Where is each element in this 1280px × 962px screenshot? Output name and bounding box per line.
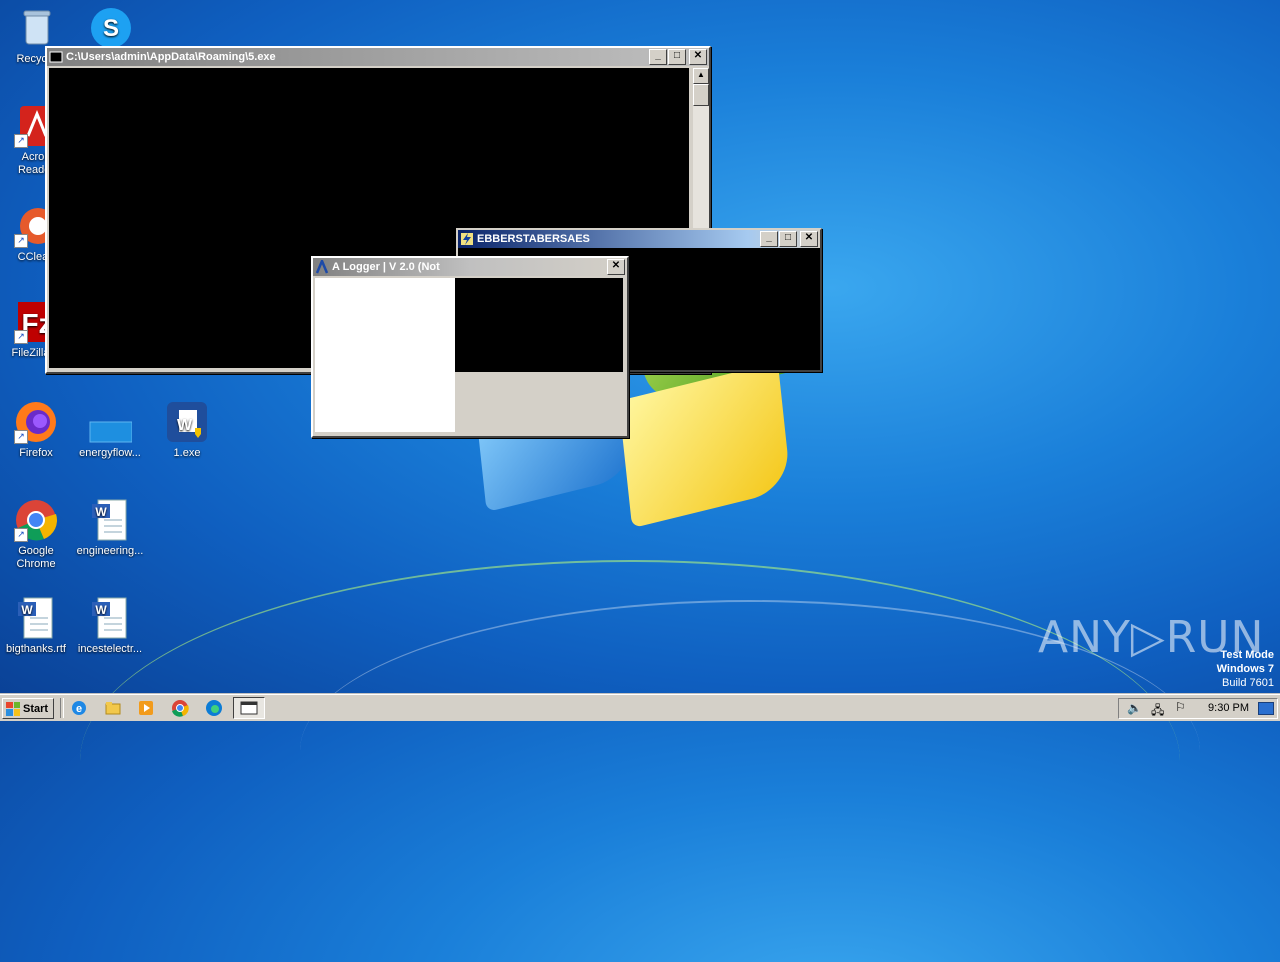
- desktop-icon-firefox[interactable]: ↗ Firefox: [1, 400, 71, 460]
- show-desktop-icon[interactable]: [1258, 702, 1274, 715]
- svg-text:S: S: [103, 15, 119, 42]
- action-center-flag-icon[interactable]: ⚐: [1175, 700, 1186, 714]
- taskbar-divider: [60, 698, 64, 718]
- logger-content-dark: [455, 278, 623, 372]
- console-title: C:\Users\admin\AppData\Roaming\5.exe: [66, 51, 276, 63]
- minimize-button[interactable]: _: [649, 49, 667, 65]
- ebber-title: EBBERSTABERSAES: [477, 233, 590, 245]
- windows-logo-yellow: [618, 361, 792, 529]
- desktop-icon-bigthanks[interactable]: W bigthanks.rtf: [1, 596, 71, 656]
- network-icon[interactable]: 🖧: [1151, 701, 1164, 722]
- blank-file-icon: [88, 400, 133, 444]
- chrome-icon: ↗: [14, 498, 58, 542]
- minimize-button[interactable]: _: [760, 231, 778, 247]
- word-document-icon: W: [88, 498, 132, 542]
- svg-text:W: W: [21, 603, 33, 617]
- desktop-icon-incest[interactable]: W incestelectr...: [75, 596, 145, 656]
- word-document-icon: W: [88, 596, 132, 640]
- test-mode-line: Windows 7: [1216, 663, 1274, 675]
- word-exe-icon: W: [165, 400, 209, 444]
- logger-content: [315, 278, 455, 432]
- desktop-icon-label: engineering...: [76, 545, 144, 557]
- close-button[interactable]: ✕: [689, 49, 707, 65]
- desktop-icon-engineering[interactable]: W engineering...: [75, 498, 145, 558]
- desktop-icon-label: energyflow...: [79, 447, 141, 459]
- maximize-button[interactable]: □: [779, 231, 797, 247]
- recycle-bin-icon: [14, 6, 58, 50]
- desktop-icon-label: Chrome: [16, 558, 56, 570]
- internet-explorer-icon[interactable]: e: [70, 699, 88, 717]
- skype-icon: S: [89, 6, 133, 50]
- scroll-thumb[interactable]: [693, 84, 709, 106]
- ebber-titlebar[interactable]: EBBERSTABERSAES _ □ ✕: [458, 230, 820, 248]
- desktop-icon-label: bigthanks.rtf: [6, 643, 66, 655]
- taskbar-console-button[interactable]: [233, 697, 265, 719]
- start-button[interactable]: Start: [2, 698, 54, 719]
- close-button[interactable]: ✕: [800, 231, 818, 247]
- desktop-icon-label: Google: [18, 545, 54, 557]
- windows-flag-icon: [6, 701, 20, 716]
- media-player-icon[interactable]: [137, 699, 155, 717]
- shortcut-arrow-icon: ↗: [14, 528, 28, 542]
- desktop-icon-label: incestelectr...: [77, 643, 143, 655]
- svg-text:W: W: [95, 603, 107, 617]
- scroll-up-button[interactable]: ▲: [693, 68, 709, 84]
- shortcut-arrow-icon: ↗: [14, 134, 28, 148]
- svg-text:e: e: [76, 703, 82, 715]
- maximize-button[interactable]: □: [668, 49, 686, 65]
- shortcut-arrow-icon: ↗: [14, 330, 28, 344]
- taskbar-clock[interactable]: 9:30 PM: [1208, 702, 1249, 714]
- console-taskbar-icon: [240, 701, 258, 715]
- test-mode-line: Build 7601: [1222, 677, 1274, 689]
- logger-app-icon: [315, 260, 329, 274]
- edge-icon[interactable]: [205, 699, 223, 717]
- test-mode-line: Test Mode: [1220, 649, 1274, 661]
- shortcut-arrow-icon: ↗: [14, 430, 28, 444]
- logger-title: A Logger | V 2.0 (Not: [332, 261, 440, 273]
- explorer-folder-icon[interactable]: [104, 699, 122, 717]
- system-tray: 🔈 🖧 ⚐ 9:30 PM: [1118, 698, 1278, 719]
- console-app-icon: [49, 51, 63, 63]
- start-label: Start: [23, 702, 49, 715]
- logger-window[interactable]: A Logger | V 2.0 (Not ✕: [311, 256, 629, 438]
- lightning-icon: [461, 233, 473, 245]
- desktop-icon-label: Firefox: [19, 447, 53, 459]
- svg-text:W: W: [95, 505, 107, 519]
- firefox-icon: ↗: [14, 400, 58, 444]
- desktop-icon-1-exe[interactable]: W 1.exe: [152, 400, 222, 460]
- volume-icon[interactable]: 🔈: [1127, 701, 1142, 715]
- desktop-icon-energyflow[interactable]: energyflow...: [75, 400, 145, 460]
- logger-titlebar[interactable]: A Logger | V 2.0 (Not ✕: [313, 258, 627, 276]
- close-button[interactable]: ✕: [607, 259, 625, 275]
- word-document-icon: W: [14, 596, 58, 640]
- taskbar: Start e 🔈 🖧 ⚐ 9:30 PM: [0, 694, 1280, 721]
- chrome-taskbar-icon[interactable]: [171, 699, 189, 717]
- shortcut-arrow-icon: ↗: [14, 234, 28, 248]
- desktop-icon-label: 1.exe: [173, 447, 201, 459]
- svg-text:W: W: [177, 417, 193, 434]
- console-titlebar[interactable]: C:\Users\admin\AppData\Roaming\5.exe _ □…: [47, 48, 709, 66]
- desktop-icon-chrome[interactable]: ↗ Google Chrome: [1, 498, 71, 571]
- test-mode-notice: Test Mode Windows 7 Build 7601: [1217, 648, 1274, 690]
